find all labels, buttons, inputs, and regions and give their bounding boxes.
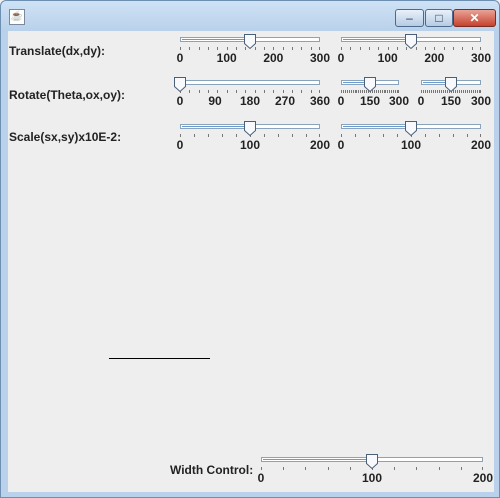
slider-label: 0 (176, 94, 184, 108)
slider-label: 100 (377, 51, 398, 65)
close-button[interactable]: ✕ (453, 9, 496, 27)
rotate-ox-slider[interactable]: 0 150 300 (338, 76, 409, 108)
scale-sx-slider[interactable]: 0 100 200 (177, 120, 330, 152)
minimize-button[interactable]: – (395, 9, 424, 27)
slider-label: 150 (440, 94, 462, 108)
slider-label: 200 (263, 51, 284, 65)
rotate-label: Rotate(Theta,ox,oy): (9, 88, 126, 102)
slider-label: 0 (176, 51, 184, 65)
slider-label: 200 (472, 471, 494, 485)
slider-label: 200 (470, 138, 492, 152)
slider-thumb[interactable] (365, 453, 379, 470)
translate-dx-slider[interactable]: 0 100 200 300 (177, 33, 330, 65)
slider-track[interactable] (180, 80, 320, 85)
slider-label: 0 (337, 138, 345, 152)
slider-fill (343, 126, 411, 127)
window-frame: ☕ – □ ✕ Translate(dx,dy): Rotate(Theta,o… (0, 0, 500, 498)
slider-fill (182, 126, 250, 127)
slider-fill (343, 39, 411, 40)
slider-label: 270 (274, 94, 296, 108)
slider-label: 180 (239, 94, 261, 108)
translate-dy-slider[interactable]: 0 100 200 300 (338, 33, 491, 65)
slider-label: 100 (400, 138, 422, 152)
slider-label: 0 (337, 94, 345, 108)
slider-thumb[interactable] (243, 120, 257, 137)
slider-thumb[interactable] (404, 33, 418, 50)
java-app-icon: ☕ (9, 9, 25, 25)
title-bar[interactable]: ☕ – □ ✕ (1, 1, 500, 31)
width-control-slider[interactable]: 0 100 200 (258, 453, 493, 485)
slider-label: 90 (208, 94, 222, 108)
slider-label: 300 (470, 51, 492, 65)
slider-label: 0 (176, 138, 184, 152)
slider-label: 100 (239, 138, 261, 152)
slider-label: 360 (309, 94, 331, 108)
slider-label: 100 (361, 471, 383, 485)
slider-thumb[interactable] (243, 33, 257, 50)
rotate-theta-slider[interactable]: 0 90 180 270 360 (174, 76, 330, 108)
slider-label: 0 (337, 51, 345, 65)
slider-label: 0 (257, 471, 265, 485)
slider-label: 100 (216, 51, 237, 65)
width-control-label: Width Control: (170, 463, 254, 477)
slider-label: 300 (309, 51, 331, 65)
slider-label: 300 (470, 94, 492, 108)
drawn-line-shape (109, 358, 210, 359)
maximize-button[interactable]: □ (425, 9, 453, 27)
slider-label: 200 (309, 138, 331, 152)
slider-thumb[interactable] (173, 76, 187, 93)
slider-fill (263, 459, 372, 460)
slider-thumb[interactable] (363, 76, 377, 93)
scale-sy-slider[interactable]: 0 100 200 (338, 120, 491, 152)
slider-label: 0 (417, 94, 425, 108)
slider-thumb[interactable] (404, 120, 418, 137)
scale-label: Scale(sx,sy)x10E-2: (9, 130, 122, 144)
content-panel: Translate(dx,dy): Rotate(Theta,ox,oy): S… (8, 31, 494, 492)
slider-thumb[interactable] (444, 76, 458, 93)
translate-label: Translate(dx,dy): (9, 44, 106, 58)
slider-label: 150 (359, 94, 381, 108)
slider-label: 300 (388, 94, 410, 108)
slider-fill (182, 39, 250, 40)
rotate-oy-slider[interactable]: 0 150 300 (418, 76, 491, 108)
slider-label: 200 (424, 51, 445, 65)
